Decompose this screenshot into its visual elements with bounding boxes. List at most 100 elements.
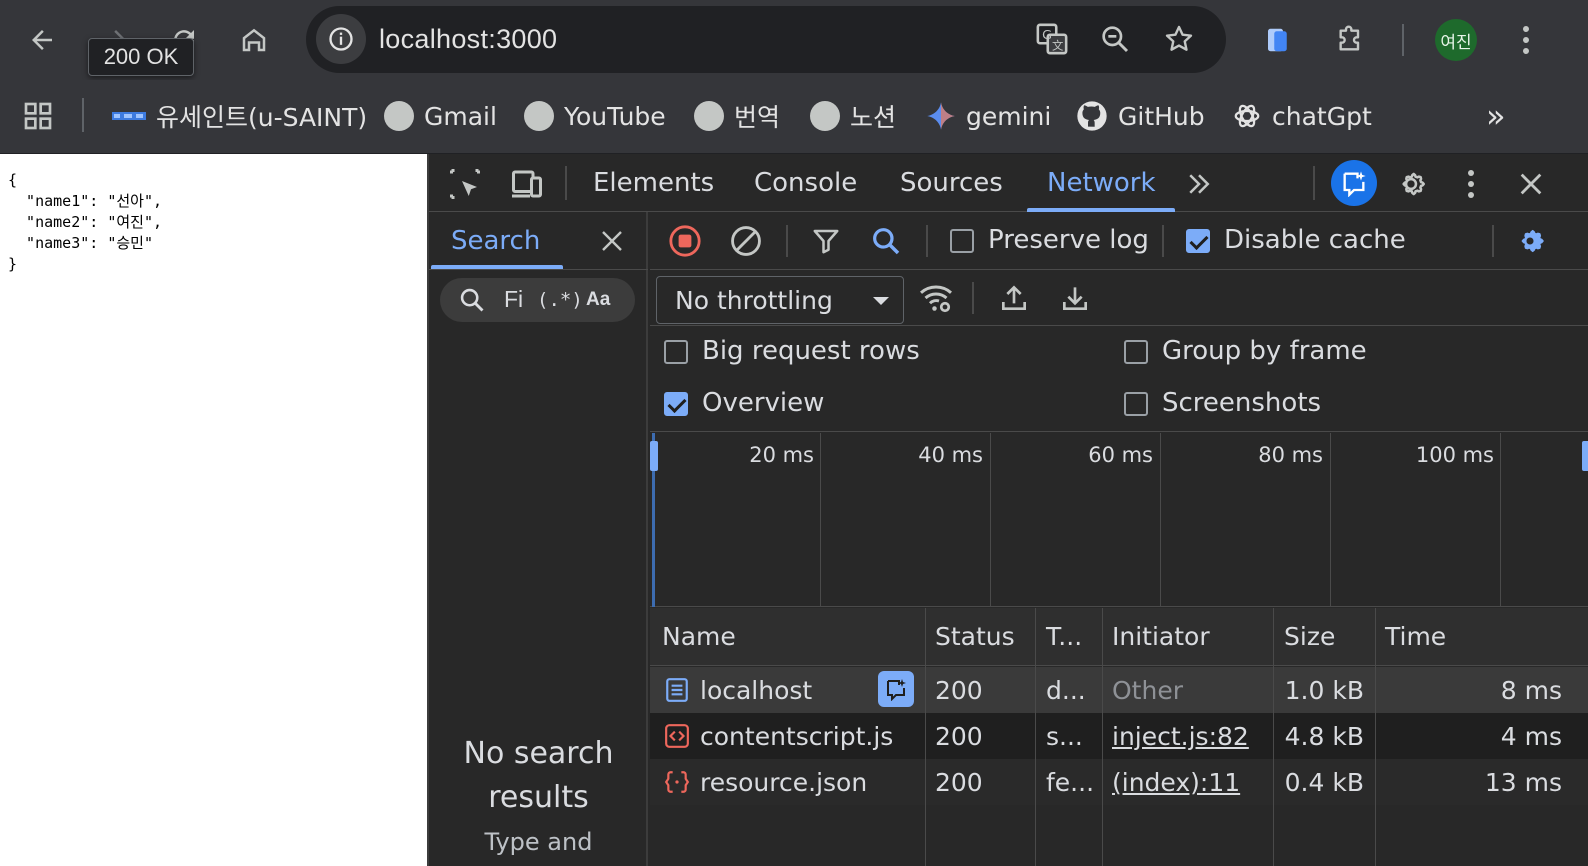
ai-assistance-button[interactable] — [1331, 160, 1377, 206]
bookmark-label: GitHub — [1118, 101, 1205, 131]
request-time: 13 ms — [1484, 768, 1562, 797]
clear-button[interactable] — [726, 221, 766, 261]
back-icon — [32, 30, 52, 50]
devtools-settings-button[interactable] — [1389, 162, 1433, 206]
site-info-button[interactable] — [316, 14, 366, 64]
group-by-frame-label: Group by frame — [1162, 336, 1367, 366]
bookmark-star-button[interactable] — [1156, 16, 1202, 62]
bookmark-github[interactable]: GitHub — [1076, 96, 1205, 136]
device-toggle-icon — [512, 170, 542, 198]
bookmark-star-icon — [1165, 25, 1193, 51]
more-tabs-button[interactable] — [1177, 162, 1221, 206]
group-by-frame-checkbox[interactable] — [1124, 340, 1148, 364]
column-divider[interactable] — [1273, 608, 1274, 866]
home-button[interactable] — [226, 12, 282, 68]
column-initiator[interactable]: Initiator — [1112, 622, 1210, 651]
overview-checkbox[interactable] — [664, 392, 688, 416]
throttling-select[interactable]: No throttling — [656, 276, 904, 324]
preserve-log-checkbox[interactable] — [950, 229, 974, 253]
network-toolbar: Preserve log Disable cache — [650, 212, 1588, 270]
column-time[interactable]: Time — [1385, 622, 1446, 651]
bookmark-youtube[interactable]: YouTube — [524, 96, 666, 136]
column-divider[interactable] — [1375, 608, 1376, 866]
translate-button[interactable]: G文 — [1029, 16, 1075, 62]
table-row[interactable]: resource.json 200 fe... (index):11 0.4 k… — [650, 759, 1588, 805]
network-settings-button[interactable] — [1510, 221, 1550, 261]
column-divider[interactable] — [1035, 608, 1036, 866]
tab-console[interactable]: Console — [754, 168, 857, 198]
request-initiator-link[interactable]: (index):11 — [1112, 768, 1240, 797]
ask-ai-button[interactable] — [878, 671, 914, 707]
toolbar-divider — [972, 282, 974, 314]
extension-button[interactable] — [1250, 12, 1306, 68]
column-type[interactable]: T... — [1046, 622, 1082, 651]
request-name: localhost — [700, 676, 813, 705]
bookmark-notion[interactable]: 노션 — [810, 96, 896, 136]
wifi-settings-icon — [920, 285, 952, 313]
search-input[interactable]: Fi (.*) Aa — [440, 278, 635, 322]
site-info-icon — [329, 27, 353, 51]
devtools-menu-button[interactable] — [1449, 162, 1493, 206]
tab-elements[interactable]: Elements — [593, 168, 714, 198]
screenshots-checkbox[interactable] — [1124, 392, 1148, 416]
zoom-button[interactable] — [1092, 16, 1138, 62]
column-size[interactable]: Size — [1284, 622, 1335, 651]
match-case-toggle[interactable]: Aa — [586, 289, 610, 311]
regex-toggle[interactable]: (.*) — [537, 289, 583, 311]
timeline-gridline — [820, 433, 821, 607]
bookmarks-overflow-button[interactable]: » — [1486, 96, 1506, 136]
search-icon — [873, 228, 900, 255]
search-tab-indicator — [431, 265, 563, 269]
address-bar[interactable]: localhost:3000 G文 — [306, 6, 1226, 73]
big-request-rows-checkbox[interactable] — [664, 340, 688, 364]
tab-network[interactable]: Network — [1047, 168, 1156, 198]
network-overview-timeline[interactable]: 20 ms 40 ms 60 ms 80 ms 100 ms — [650, 433, 1588, 607]
tab-sources[interactable]: Sources — [900, 168, 1003, 198]
import-har-button[interactable] — [994, 278, 1034, 318]
inspect-element-button[interactable] — [443, 162, 487, 206]
search-panel: Search Fi (.*) Aa No search results Type… — [429, 212, 648, 866]
url-text[interactable]: localhost:3000 — [379, 24, 557, 55]
search-tab[interactable]: Search — [451, 226, 540, 256]
back-button[interactable] — [14, 12, 70, 68]
profile-avatar[interactable]: 여진 — [1435, 19, 1477, 61]
network-conditions-button[interactable] — [916, 278, 956, 318]
device-toolbar-button[interactable] — [505, 162, 549, 206]
bookmark-chatgpt[interactable]: chatGpt — [1232, 96, 1372, 136]
table-row[interactable]: localhost 200 d... Other 1.0 kB 8 ms — [650, 667, 1588, 713]
apps-button[interactable] — [22, 96, 54, 136]
dropdown-caret-icon — [873, 297, 889, 305]
extensions-menu-button[interactable] — [1322, 12, 1378, 68]
column-divider[interactable] — [925, 608, 926, 866]
record-button[interactable] — [665, 221, 705, 261]
request-type: fe... — [1046, 768, 1095, 797]
download-icon — [1063, 287, 1087, 310]
gear-icon — [1521, 229, 1544, 253]
search-button[interactable] — [866, 221, 906, 261]
bookmark-translate[interactable]: 번역 — [694, 96, 780, 136]
extension-icon — [1268, 28, 1287, 52]
request-initiator-link[interactable]: inject.js:82 — [1112, 722, 1249, 751]
timeline-right-handle[interactable] — [1582, 441, 1588, 471]
bookmark-gmail[interactable]: Gmail — [384, 96, 497, 136]
globe-icon — [694, 101, 724, 131]
bookmark-gemini[interactable]: gemini — [926, 96, 1051, 136]
filter-button[interactable] — [806, 221, 846, 261]
gemini-icon — [927, 102, 955, 130]
bookmark-usaint[interactable]: 유세인트(u-SAINT) — [112, 96, 367, 136]
disable-cache-checkbox[interactable] — [1186, 229, 1210, 253]
request-type: d... — [1046, 676, 1086, 705]
column-status[interactable]: Status — [935, 622, 1015, 651]
column-name[interactable]: Name — [662, 622, 736, 651]
close-devtools-button[interactable] — [1509, 162, 1553, 206]
column-divider[interactable] — [1102, 608, 1103, 866]
throttling-value: No throttling — [675, 286, 833, 315]
close-search-button[interactable] — [593, 222, 631, 260]
timeline-left-handle[interactable] — [650, 441, 658, 471]
table-row[interactable]: contentscript.js 200 s... inject.js:82 4… — [650, 713, 1588, 759]
browser-menu-button[interactable] — [1498, 12, 1554, 68]
export-har-button[interactable] — [1055, 278, 1095, 318]
apps-grid-icon — [24, 102, 52, 130]
chevron-double-right-icon — [1189, 174, 1210, 194]
gear-icon — [1402, 172, 1426, 196]
